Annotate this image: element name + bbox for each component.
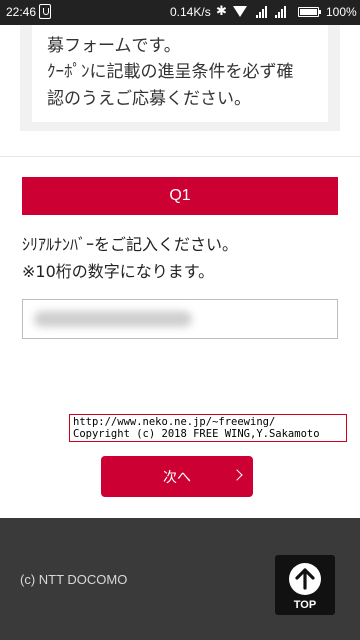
bluetooth-icon: ✱ bbox=[216, 3, 227, 18]
back-to-top-button[interactable]: TOP bbox=[275, 555, 335, 615]
notification-icon bbox=[39, 4, 51, 19]
next-button-label: 次へ bbox=[163, 468, 191, 485]
wifi-icon bbox=[233, 6, 247, 17]
signal-icon bbox=[256, 6, 270, 18]
watermark-url: http://www.neko.ne.jp/~freewing/ bbox=[73, 416, 276, 428]
notice-line: ｸｰﾎﾟﾝに記載の進呈条件を必ず確 bbox=[47, 62, 294, 82]
question-header: Q1 bbox=[22, 177, 338, 215]
footer-copyright: (c) NTT DOCOMO bbox=[20, 572, 128, 587]
question-text: ｼﾘｱﾙﾅﾝﾊﾞｰをご記入ください。 bbox=[22, 235, 239, 254]
question-note: ※10桁の数字になります。 bbox=[22, 262, 215, 281]
redacted-input-value bbox=[34, 311, 192, 327]
chevron-right-icon bbox=[231, 469, 243, 481]
notice-panel: 募フォームです。 ｸｰﾎﾟﾝに記載の進呈条件を必ず確 認のうえご応募ください。 bbox=[20, 25, 340, 131]
network-speed: 0.14K/s bbox=[170, 5, 211, 19]
section-divider bbox=[0, 156, 360, 157]
top-label: TOP bbox=[293, 599, 317, 611]
signal-icon bbox=[275, 6, 289, 18]
watermark-copyright: Copyright (c) 2018 FREE WING,Y.Sakamoto bbox=[73, 428, 320, 440]
footer: (c) NTT DOCOMO TOP bbox=[0, 518, 360, 640]
copyright-watermark: http://www.neko.ne.jp/~freewing/ Copyrig… bbox=[69, 414, 347, 442]
arrow-up-icon bbox=[289, 563, 321, 595]
notice-line: 認のうえご応募ください。 bbox=[47, 89, 251, 109]
status-time: 22:46 bbox=[6, 5, 37, 19]
notice-line: 募フォームです。 bbox=[47, 36, 181, 56]
battery-icon bbox=[298, 7, 321, 17]
battery-percent: 100% bbox=[326, 5, 357, 19]
status-bar: 22:46 0.14K/s ✱ 100% bbox=[0, 0, 360, 25]
notice-box: 募フォームです。 ｸｰﾎﾟﾝに記載の進呈条件を必ず確 認のうえご応募ください。 bbox=[32, 25, 328, 122]
next-button[interactable]: 次へ bbox=[101, 456, 253, 497]
